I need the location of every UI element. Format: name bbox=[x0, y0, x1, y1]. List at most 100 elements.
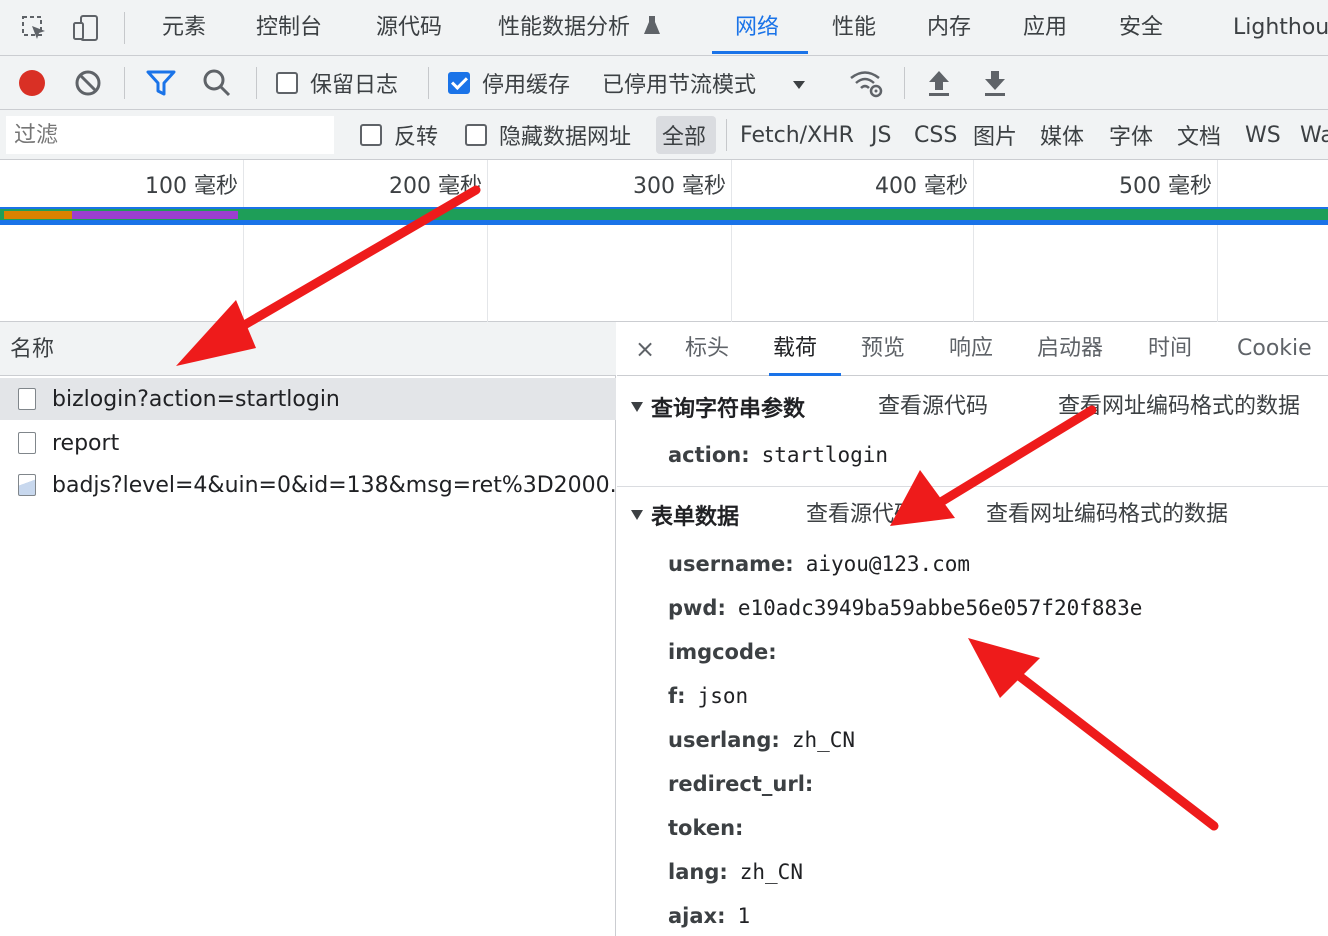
caret-down-icon bbox=[631, 402, 643, 412]
param-value: json bbox=[697, 684, 749, 708]
network-overview-timeline[interactable]: 100 毫秒 200 毫秒 300 毫秒 400 毫秒 500 毫秒 bbox=[0, 160, 1328, 322]
param-key: imgcode: bbox=[668, 640, 777, 664]
param-row: userlang: zh_CN bbox=[668, 722, 855, 758]
image-icon bbox=[18, 474, 36, 496]
param-row: action: startlogin bbox=[668, 437, 888, 473]
param-key: redirect_url: bbox=[668, 772, 814, 796]
caret-down-icon bbox=[631, 510, 643, 520]
record-button[interactable] bbox=[19, 56, 45, 110]
timeline-gridline bbox=[731, 160, 732, 322]
checkbox-checked bbox=[448, 72, 470, 94]
preserve-log-checkbox[interactable]: 保留日志 bbox=[276, 56, 398, 110]
view-url-encoded-link[interactable]: 查看网址编码格式的数据 bbox=[1058, 387, 1300, 427]
type-filter-font[interactable]: 字体 bbox=[1109, 110, 1153, 160]
clear-icon bbox=[75, 70, 101, 96]
toolbar-divider bbox=[256, 67, 257, 99]
tab-console[interactable]: 控制台 bbox=[256, 0, 322, 55]
request-row[interactable]: report bbox=[0, 422, 616, 464]
tab-timing[interactable]: 时间 bbox=[1148, 322, 1192, 376]
clear-button[interactable] bbox=[74, 56, 102, 110]
disable-cache-checkbox[interactable]: 停用缓存 bbox=[448, 56, 570, 110]
param-key: pwd: bbox=[668, 596, 726, 620]
param-key: ajax: bbox=[668, 904, 726, 928]
query-params-section-header[interactable]: 查询字符串参数 查看源代码 查看网址编码格式的数据 bbox=[617, 387, 1328, 427]
param-row: ajax: 1 bbox=[668, 898, 750, 934]
checkbox-box bbox=[465, 124, 487, 146]
tab-headers[interactable]: 标头 bbox=[685, 322, 729, 376]
timeline-tick-label: 300 毫秒 bbox=[633, 174, 726, 199]
inspect-element-icon[interactable] bbox=[18, 12, 50, 44]
view-url-encoded-link[interactable]: 查看网址编码格式的数据 bbox=[986, 495, 1228, 535]
param-row: pwd: e10adc3949ba59abbe56e057f20f883e bbox=[668, 590, 1142, 626]
network-toolbar: 保留日志 停用缓存 已停用节流模式 bbox=[0, 56, 1328, 110]
filter-input[interactable] bbox=[6, 116, 334, 154]
export-har-button[interactable] bbox=[982, 56, 1008, 110]
checkbox-box bbox=[360, 124, 382, 146]
param-row: token: bbox=[668, 810, 755, 846]
type-filter-doc[interactable]: 文档 bbox=[1177, 110, 1221, 160]
disable-cache-label: 停用缓存 bbox=[482, 73, 571, 98]
wifi-settings-icon bbox=[850, 71, 883, 98]
view-source-link[interactable]: 查看源代码 bbox=[878, 387, 988, 427]
tab-response[interactable]: 响应 bbox=[949, 322, 993, 376]
type-filter-fetch-xhr[interactable]: Fetch/XHR bbox=[740, 110, 854, 160]
close-details-button[interactable]: × bbox=[635, 322, 655, 376]
tab-network[interactable]: 网络 bbox=[735, 0, 779, 55]
tab-preview[interactable]: 预览 bbox=[861, 322, 905, 376]
type-filter-media[interactable]: 媒体 bbox=[1040, 110, 1084, 160]
download-icon bbox=[985, 71, 1005, 96]
name-column-header[interactable]: 名称 bbox=[0, 322, 616, 376]
tab-memory[interactable]: 内存 bbox=[927, 0, 971, 55]
throttling-value: 已停用节流模式 bbox=[602, 73, 757, 98]
tab-performance-insights[interactable]: 性能数据分析 bbox=[498, 0, 661, 55]
type-filter-wasm[interactable]: Wa bbox=[1300, 110, 1328, 160]
filter-toggle-button[interactable] bbox=[146, 56, 176, 110]
hide-data-urls-checkbox[interactable]: 隐藏数据网址 bbox=[465, 110, 631, 160]
tab-application[interactable]: 应用 bbox=[1023, 0, 1067, 55]
section-divider bbox=[617, 486, 1328, 487]
import-har-button[interactable] bbox=[926, 56, 952, 110]
param-value: 1 bbox=[737, 904, 751, 928]
preserve-log-label: 保留日志 bbox=[310, 73, 399, 98]
tab-initiator[interactable]: 启动器 bbox=[1037, 322, 1103, 376]
view-source-link[interactable]: 查看源代码 bbox=[806, 495, 916, 535]
search-button[interactable] bbox=[202, 56, 232, 110]
type-filter-img[interactable]: 图片 bbox=[973, 110, 1017, 160]
active-tab-indicator bbox=[712, 51, 808, 54]
tab-lighthouse[interactable]: Lighthou bbox=[1233, 0, 1328, 55]
toolbar-divider bbox=[124, 12, 125, 44]
request-details-pane: × 标头 载荷 预览 响应 启动器 时间 Cookie 查询字符串参数 查看源代… bbox=[617, 322, 1328, 936]
param-key: f: bbox=[668, 684, 686, 708]
tab-sources[interactable]: 源代码 bbox=[376, 0, 442, 55]
toolbar-divider bbox=[124, 67, 125, 99]
request-row[interactable]: bizlogin?action=startlogin bbox=[0, 378, 616, 420]
invert-label: 反转 bbox=[394, 125, 439, 150]
request-name: badjs?level=4&uin=0&id=138&msg=ret%3D200… bbox=[52, 472, 616, 498]
document-icon bbox=[18, 432, 36, 454]
timeline-gridline bbox=[1217, 160, 1218, 322]
tab-security[interactable]: 安全 bbox=[1119, 0, 1163, 55]
timeline-bar-orange bbox=[4, 211, 72, 219]
tab-cookies[interactable]: Cookie bbox=[1237, 322, 1312, 376]
type-filter-all[interactable]: 全部 bbox=[662, 110, 706, 160]
type-filter-js[interactable]: JS bbox=[871, 110, 891, 160]
tab-performance[interactable]: 性能 bbox=[832, 0, 876, 55]
throttling-select[interactable]: 已停用节流模式 bbox=[602, 56, 806, 110]
type-filter-ws[interactable]: WS bbox=[1245, 110, 1281, 160]
network-conditions-button[interactable] bbox=[848, 56, 884, 110]
tab-elements[interactable]: 元素 bbox=[162, 0, 206, 55]
timeline-gridline bbox=[487, 160, 488, 322]
devtools-main-tabbar: 元素 控制台 源代码 性能数据分析 网络 性能 内存 应用 安全 Lightho… bbox=[0, 0, 1328, 56]
timeline-tick-label: 500 毫秒 bbox=[1119, 174, 1212, 199]
toolbar-divider bbox=[904, 67, 905, 99]
device-toolbar-icon[interactable] bbox=[70, 12, 102, 44]
tab-payload[interactable]: 载荷 bbox=[773, 322, 817, 376]
request-row[interactable]: badjs?level=4&uin=0&id=138&msg=ret%3D200… bbox=[0, 464, 616, 506]
param-value: startlogin bbox=[761, 443, 889, 467]
param-row: redirect_url: bbox=[668, 766, 825, 802]
timeline-tick-label: 400 毫秒 bbox=[875, 174, 968, 199]
type-filter-css[interactable]: CSS bbox=[914, 110, 957, 160]
checkbox-box bbox=[276, 72, 298, 94]
form-data-section-header[interactable]: 表单数据 查看源代码 查看网址编码格式的数据 bbox=[617, 495, 1328, 535]
invert-checkbox[interactable]: 反转 bbox=[360, 110, 438, 160]
